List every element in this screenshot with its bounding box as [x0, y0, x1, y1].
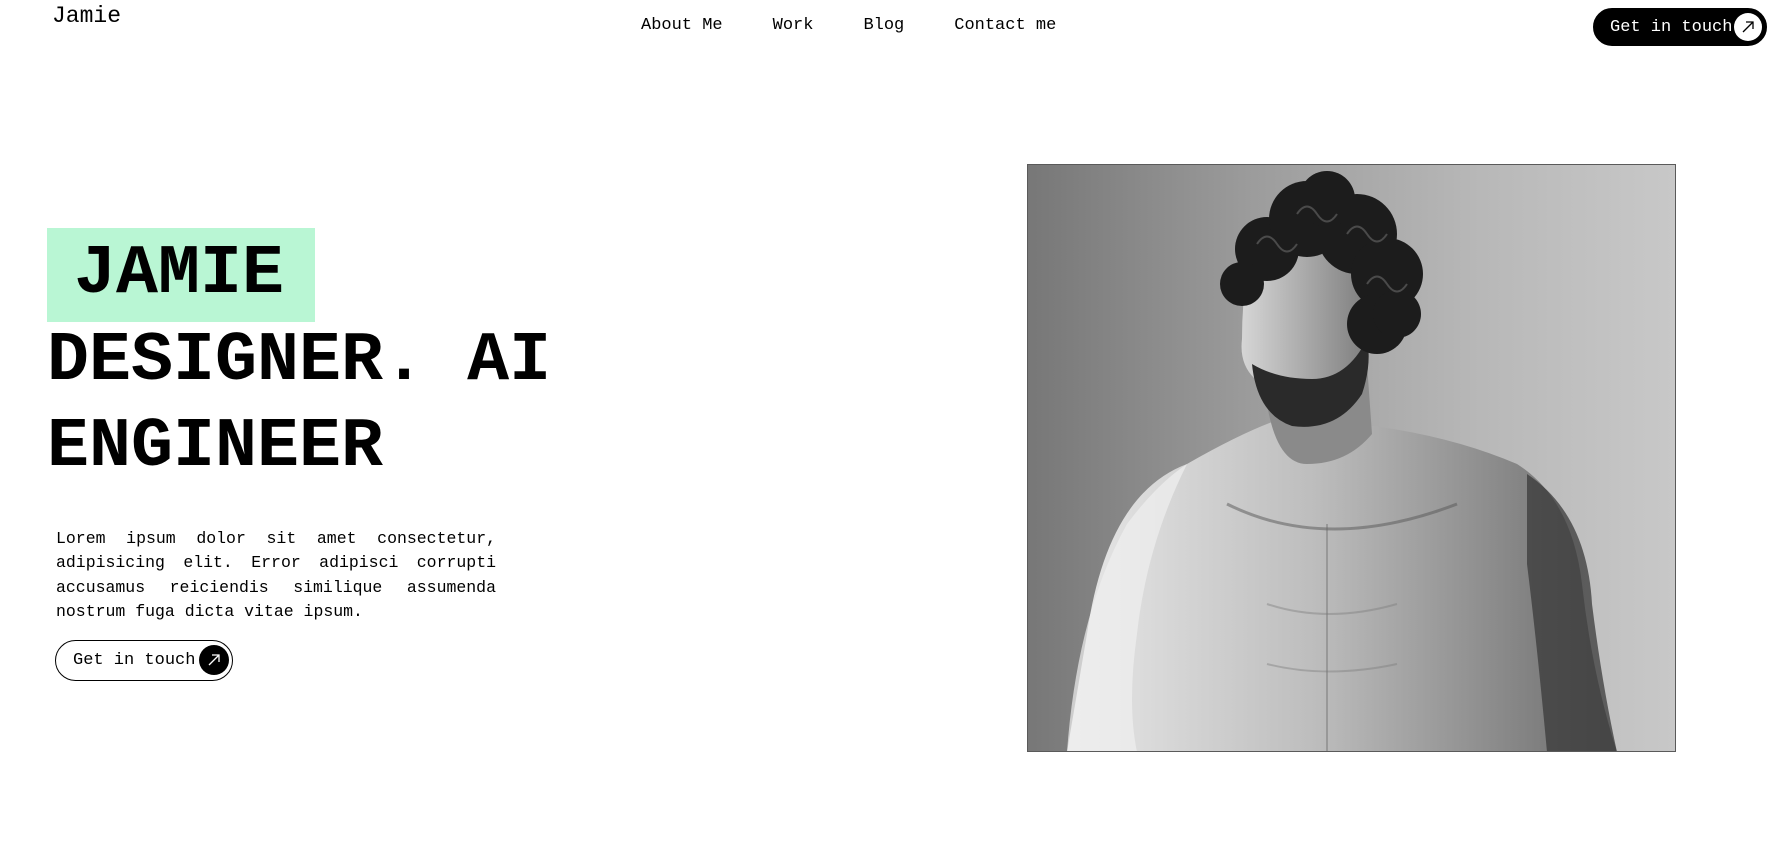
- nav-about-me[interactable]: About Me: [641, 14, 723, 38]
- hero-description: Lorem ipsum dolor sit amet consectetur, …: [56, 528, 496, 622]
- page: Jamie About Me Work Blog Contact me Get …: [0, 0, 1784, 849]
- nav-contact-me[interactable]: Contact me: [954, 14, 1056, 38]
- hero-highlight-name: JAMIE: [47, 228, 315, 322]
- hero-title-line-2: ENGINEER: [47, 408, 384, 487]
- hero-get-in-touch-button[interactable]: Get in touch: [55, 640, 233, 681]
- hero-title-line-1: DESIGNER. AI: [47, 322, 552, 401]
- hero-cta-label: Get in touch: [73, 651, 196, 670]
- nav-work[interactable]: Work: [773, 14, 814, 38]
- main-nav: About Me Work Blog Contact me: [641, 14, 1056, 38]
- portrait-photo: [1027, 164, 1676, 752]
- nav-blog[interactable]: Blog: [863, 14, 904, 38]
- arrow-up-right-icon: [199, 645, 229, 675]
- header-get-in-touch-button[interactable]: Get in touch: [1593, 8, 1767, 46]
- arrow-up-right-icon: [1734, 13, 1762, 41]
- header-cta-label: Get in touch: [1610, 17, 1733, 37]
- site-logo[interactable]: Jamie: [52, 2, 121, 30]
